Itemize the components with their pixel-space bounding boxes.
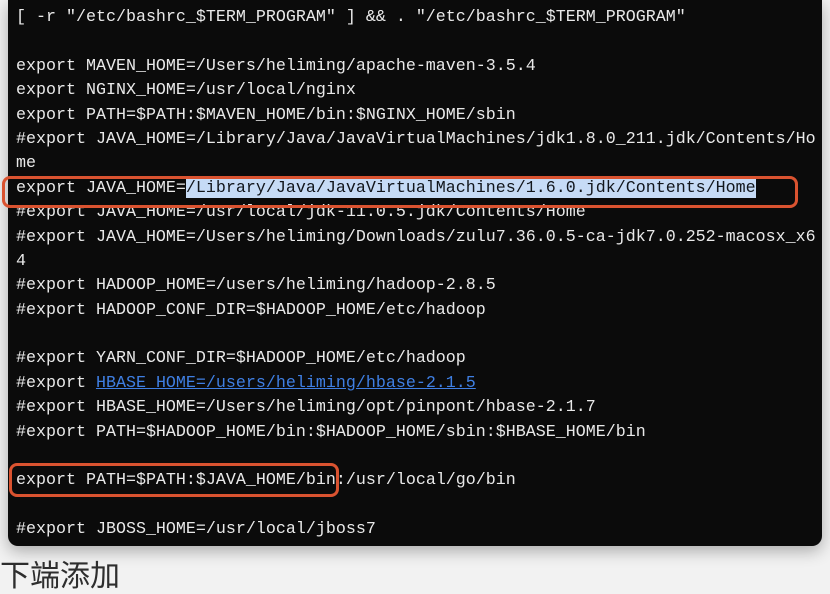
terminal-line: export MAVEN_HOME=/Users/heliming/apache…: [16, 56, 536, 76]
caption-text: 下端添加: [0, 559, 120, 594]
terminal-line: 4: [16, 251, 26, 271]
terminal-line: #export PATH=$HADOOP_HOME/bin:$HADOOP_HO…: [16, 422, 646, 442]
terminal-line: export PATH=$PATH:$MAVEN_HOME/bin:$NGINX…: [16, 105, 516, 125]
terminal-line: #export JAVA_HOME=/Users/heliming/Downlo…: [16, 227, 816, 247]
terminal-line: #export YARN_CONF_DIR=$HADOOP_HOME/etc/h…: [16, 349, 466, 369]
annotation-box-java-home: [2, 176, 798, 208]
terminal-line: #export HBASE_HOME=/Users/heliming/opt/p…: [16, 398, 596, 418]
terminal-line-hbase-link: #export HBASE_HOME=/users/heliming/hbase…: [16, 372, 816, 396]
terminal-line: #export JAVA_HOME=/Library/Java/JavaVirt…: [16, 129, 816, 149]
annotation-box-path: [9, 463, 339, 497]
line-prefix: #export: [16, 373, 96, 393]
terminal-line: [ -r "/etc/bashrc_$TERM_PROGRAM" ] && . …: [16, 8, 686, 27]
hbase-home-link[interactable]: HBASE_HOME=/users/heliming/hbase-2.1.5: [96, 374, 476, 393]
terminal-line: me: [16, 154, 36, 174]
terminal-line: #export HADOOP_HOME=/users/heliming/hado…: [16, 276, 496, 296]
terminal-line: export NGINX_HOME=/usr/local/nginx: [16, 81, 356, 101]
line-rest: :/usr/local/go/bin: [335, 471, 516, 491]
terminal-line: #export HADOOP_CONF_DIR=$HADOOP_HOME/etc…: [16, 300, 486, 320]
terminal-line: #export JBOSS_HOME=/usr/local/jboss7: [16, 520, 376, 540]
